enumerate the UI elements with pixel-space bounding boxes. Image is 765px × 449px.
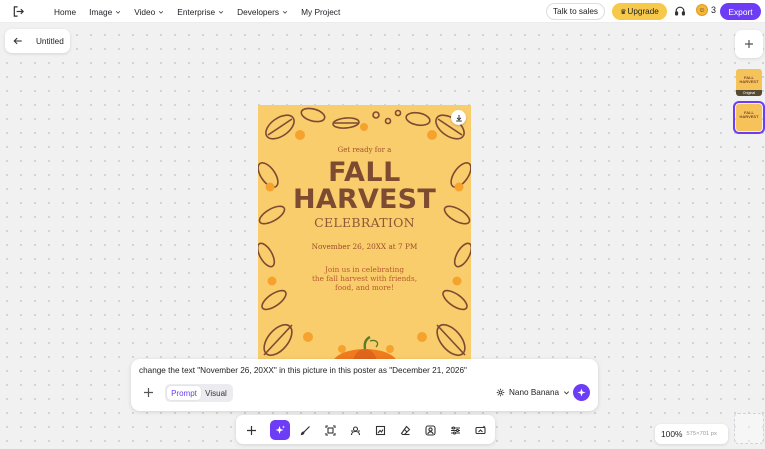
tool-add[interactable] (241, 420, 261, 440)
nav-enterprise-label: Enterprise (177, 6, 216, 17)
canvas-size: 575×701 px (686, 431, 717, 437)
plus-icon[interactable] (143, 387, 154, 398)
plus-icon (246, 425, 256, 435)
upgrade-label: Upgrade (627, 7, 659, 16)
chevron-down-icon (282, 10, 288, 14)
nav-video[interactable]: Video (134, 7, 164, 17)
credits-counter[interactable]: ☺ 3 (696, 4, 716, 16)
nav-image-label: Image (89, 6, 113, 17)
nav-my-project[interactable]: My Project (301, 7, 340, 17)
remove-bg-icon (350, 425, 360, 435)
poster-invitation: Join us in celebrating the fall harvest … (258, 265, 471, 292)
eraser-icon (400, 425, 410, 435)
coin-icon: ☺ (696, 4, 708, 16)
thumbnail-current[interactable]: FALL HARVEST (733, 101, 765, 134)
poster-pretitle: Get ready for a (337, 146, 392, 154)
crown-icon: ♛ (620, 8, 627, 16)
download-button[interactable] (451, 110, 466, 125)
sparkle-icon (577, 388, 586, 397)
back-arrow-icon[interactable] (13, 36, 23, 46)
poster-subtitle: CELEBRATION (314, 215, 415, 230)
brush-icon (300, 425, 310, 435)
nav-home-label: Home (54, 6, 77, 17)
prompt-panel: change the text "November 26, 20XX" in t… (131, 359, 598, 411)
zoom-indicator[interactable]: 100% 575×701 px (655, 424, 728, 444)
download-icon (455, 114, 462, 121)
poster-title-fall: FALL (328, 157, 401, 188)
minimap[interactable] (734, 413, 764, 444)
tool-adjust[interactable] (445, 420, 465, 440)
chevron-down-icon (159, 10, 164, 14)
crop-icon (375, 425, 385, 435)
nav-image[interactable]: Image (89, 7, 121, 17)
talk-to-sales-button[interactable]: Talk to sales (546, 3, 605, 20)
tool-ai-edit[interactable] (270, 420, 290, 440)
generate-button[interactable] (573, 384, 590, 401)
poster-date: November 26, 20XX at 7 PM (311, 242, 418, 251)
poster-leaf-decoration (258, 107, 471, 359)
edit-toolbar (236, 415, 495, 444)
poster-invitation-line: the fall harvest with friends, (311, 274, 418, 283)
chevron-down-icon (564, 391, 570, 395)
model-selector[interactable]: Nano Banana (496, 388, 570, 397)
poster-canvas[interactable]: Get ready for a FALL HARVEST CELEBRATION… (258, 105, 471, 359)
prompt-input[interactable]: change the text "November 26, 20XX" in t… (139, 366, 467, 375)
add-page-button[interactable] (735, 30, 763, 58)
gear-icon (496, 388, 505, 397)
credits-value: 3 (711, 5, 717, 15)
export-label: Export (728, 6, 753, 17)
tool-remove-background[interactable] (345, 420, 365, 440)
tool-upscale[interactable] (470, 420, 490, 440)
top-navigation-bar: Home Image Video Enterprise Developers M… (0, 0, 765, 23)
chevron-down-icon (116, 10, 121, 14)
zoom-percent: 100% (661, 429, 683, 439)
tab-prompt[interactable]: Prompt (167, 386, 201, 400)
exit-icon[interactable] (12, 5, 25, 18)
nav-my-project-label: My Project (301, 6, 341, 17)
upgrade-button[interactable]: ♛ Upgrade (612, 3, 667, 20)
upscale-icon (474, 425, 486, 434)
model-name: Nano Banana (509, 388, 560, 397)
adjust-icon (450, 425, 460, 435)
nav-home[interactable]: Home (54, 7, 76, 17)
thumbnail-title: FALL HARVEST (739, 110, 759, 119)
tool-eraser[interactable] (395, 420, 415, 440)
poster-invitation-line: food, and more! (335, 283, 394, 292)
talk-to-sales-label: Talk to sales (552, 7, 599, 16)
project-title-card: Untitled (5, 29, 70, 53)
expand-icon (324, 424, 336, 436)
original-badge: Original (736, 90, 762, 96)
nav-enterprise[interactable]: Enterprise (177, 7, 224, 17)
nav-developers-label: Developers (237, 6, 280, 17)
tool-crop[interactable] (370, 420, 390, 440)
tab-visual[interactable]: Visual (201, 386, 231, 400)
nav-video-label: Video (134, 6, 156, 17)
export-button[interactable]: Export (720, 3, 761, 20)
poster-title-harvest: HARVEST (293, 184, 436, 215)
chevron-down-icon (218, 10, 224, 14)
poster-invitation-line: Join us in celebrating (325, 265, 404, 274)
plus-icon (745, 40, 753, 48)
portrait-icon (424, 424, 436, 436)
tool-brush[interactable] (295, 420, 315, 440)
mode-toggle: Prompt Visual (165, 384, 233, 402)
main-nav: Home Image Video Enterprise Developers M… (54, 0, 353, 23)
thumbnail-original[interactable]: FALL HARVEST Original (736, 69, 762, 96)
thumbnail-title: FALL HARVEST (739, 75, 759, 84)
tool-expand[interactable] (320, 420, 340, 440)
headset-icon[interactable] (674, 5, 686, 17)
ai-sparkle-icon (275, 425, 285, 434)
tool-portrait[interactable] (420, 420, 440, 440)
project-title[interactable]: Untitled (36, 37, 64, 46)
nav-developers[interactable]: Developers (237, 7, 288, 17)
